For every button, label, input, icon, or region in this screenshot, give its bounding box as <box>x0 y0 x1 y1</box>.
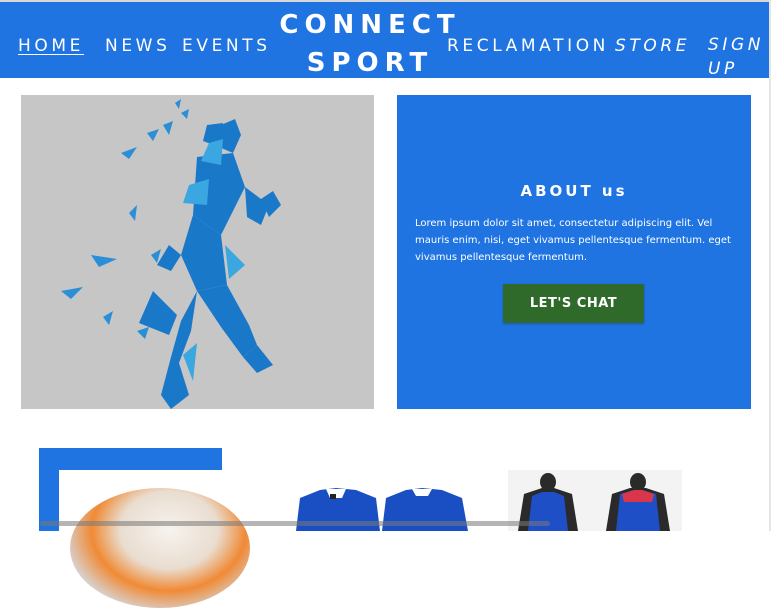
nav-events-link[interactable]: EVENTS <box>182 36 271 56</box>
lets-chat-button[interactable]: LET'S CHAT <box>503 284 644 323</box>
hero-runner-image <box>21 95 374 409</box>
brand-logo-text[interactable]: CONNECT SPORT <box>270 6 470 82</box>
runner-illustration <box>61 99 281 409</box>
nav-news-link[interactable]: NEWS <box>105 36 170 56</box>
about-body-text: Lorem ipsum dolor sit amet, consectetur … <box>415 218 731 263</box>
horizontal-scrollbar[interactable] <box>40 521 550 526</box>
nav-store-link[interactable]: STORE <box>615 36 690 56</box>
about-title: ABOUT us <box>520 182 628 200</box>
about-section: ABOUT us Lorem ipsum dolor sit amet, con… <box>397 95 751 409</box>
nav-reclamation-link[interactable]: RECLAMATION <box>447 36 609 56</box>
nav-signup-link[interactable]: SIGN UP <box>708 33 768 81</box>
top-navigation-bar: HOME NEWS EVENTS CONNECT SPORT RECLAMATI… <box>0 0 771 81</box>
soccer-ball-image[interactable] <box>70 488 250 608</box>
nav-home-link[interactable]: HOME <box>18 36 84 56</box>
